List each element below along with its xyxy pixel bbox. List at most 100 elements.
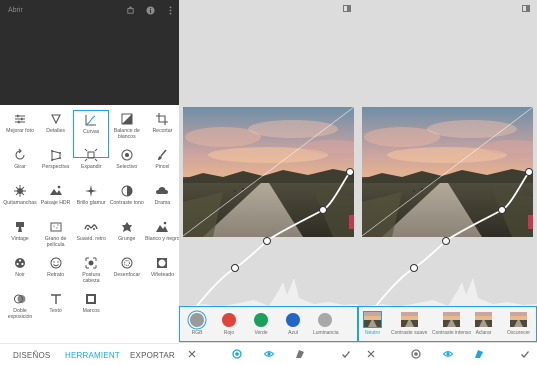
brush-icon (158, 149, 167, 160)
curve-point[interactable] (442, 237, 450, 245)
tool-label: Grunge (118, 236, 136, 242)
tool-label: Suavid. retro (76, 236, 106, 242)
rotate-icon (15, 148, 25, 160)
eye-icon[interactable] (443, 349, 453, 359)
curves-icon (85, 115, 97, 126)
tool-double-exposure[interactable]: Doble exposición (2, 290, 38, 338)
tool-label: Brillo glamur (76, 200, 106, 206)
tool-label: Doble exposición (7, 308, 33, 320)
tool-label: Marcos (82, 308, 100, 314)
tool-text[interactable]: Texto (38, 290, 74, 338)
nav-tools[interactable]: HERRAMIENT (65, 351, 120, 360)
preset-thumbnail (510, 312, 528, 327)
channel-label: Luminancia (313, 330, 339, 336)
curve-point[interactable] (410, 264, 418, 272)
nav-export[interactable]: EXPORTAR (130, 351, 175, 360)
open-title[interactable]: Abrir (8, 7, 23, 14)
curve-point[interactable] (498, 206, 506, 214)
portrait-icon (50, 257, 62, 269)
channel-swatch (222, 313, 236, 327)
tool-label: Postura cabeza (82, 272, 101, 284)
styles-icon[interactable] (295, 349, 305, 359)
tool-label: Recortar (152, 128, 173, 134)
tone-curve[interactable] (179, 0, 358, 310)
bottom-toolbar (179, 343, 358, 365)
hdr-icon (49, 185, 62, 195)
tool-label: Curvas (82, 129, 100, 135)
preset-item[interactable]: Neutro (363, 311, 382, 336)
channel-swatch (254, 313, 268, 327)
preset-item[interactable]: Contraste suave (391, 312, 427, 336)
tone-curve[interactable] (358, 0, 537, 310)
more-vert-icon[interactable] (166, 6, 175, 15)
tool-label: Grano de película (44, 236, 67, 248)
preset-label: Oscurecer (507, 330, 531, 336)
channel-luminancia[interactable]: Luminancia (313, 313, 339, 336)
preset-item[interactable]: Contraste intenso (432, 312, 471, 336)
curve-point[interactable] (346, 168, 354, 176)
tune-icon (15, 114, 25, 124)
curve-point[interactable] (231, 264, 239, 272)
preset-label: Neutro (364, 330, 380, 336)
photo-preview-area: Abrir (0, 0, 179, 105)
undo-stack-icon[interactable] (126, 6, 135, 15)
channel-icon[interactable] (411, 349, 421, 359)
channel-rgb[interactable]: RGB (185, 313, 209, 336)
retro-icon (84, 224, 98, 230)
styles-icon[interactable] (474, 349, 484, 359)
tool-label: Quitamanchas (3, 200, 37, 206)
grunge-icon (121, 222, 132, 232)
channel-label: Verde (254, 330, 268, 336)
close-icon[interactable] (366, 349, 376, 359)
lens-blur-icon (121, 257, 133, 269)
bottom-toolbar (358, 343, 537, 365)
crop-icon (156, 113, 169, 125)
channel-azul[interactable]: Azul (281, 313, 305, 336)
vintage-icon (16, 222, 24, 232)
check-icon[interactable] (341, 349, 351, 359)
tool-label: Viñeteado (150, 272, 175, 278)
preset-thumbnail (363, 311, 382, 328)
check-icon[interactable] (520, 349, 530, 359)
tool-label: Blanco y negro (145, 236, 179, 242)
expand-icon (84, 148, 98, 162)
preset-label: Contraste suave (391, 330, 428, 336)
curve-point[interactable] (525, 168, 533, 176)
tool-label: Expandir (80, 164, 102, 170)
double-exposure-icon (14, 294, 26, 304)
tool-lens-blur[interactable]: Desenfocar (109, 254, 145, 302)
tool-label: Mejorar foto (6, 128, 34, 134)
curve-point[interactable] (263, 237, 271, 245)
vignette-icon (157, 258, 168, 268)
curve-point[interactable] (319, 206, 327, 214)
nav-looks[interactable]: DISEÑOS (13, 351, 50, 360)
head-pose-icon (85, 257, 97, 269)
tool-frames[interactable]: Marcos (73, 290, 109, 338)
frames-icon (86, 294, 97, 304)
tool-label: Desenfocar (113, 272, 141, 278)
info-icon[interactable] (146, 6, 155, 15)
preset-thumbnail (475, 312, 492, 327)
tool-label: Balance de blancos (113, 128, 140, 140)
close-icon[interactable] (187, 349, 197, 359)
healing-icon (14, 185, 26, 197)
preset-item[interactable]: Oscurecer (507, 312, 530, 336)
tonal-contrast-icon (121, 185, 133, 197)
eye-icon[interactable] (264, 349, 274, 359)
grain-icon (50, 222, 62, 232)
preset-item[interactable]: Aclarar (475, 312, 492, 336)
channel-verde[interactable]: Verde (249, 313, 273, 336)
channel-icon[interactable] (232, 349, 242, 359)
text-icon (50, 294, 61, 304)
white-balance-icon (121, 113, 133, 125)
tool-vignette[interactable]: Viñeteado (144, 254, 179, 302)
glamour-icon (85, 185, 98, 197)
tool-label: Texto (49, 308, 62, 314)
triangle-icon (50, 114, 61, 125)
preset-thumbnail (400, 312, 418, 327)
preset-thumbnail (443, 312, 461, 327)
selective-icon (121, 149, 133, 161)
channel-rojo[interactable]: Rojo (217, 313, 241, 336)
tool-label: Paisaje HDR (40, 200, 71, 206)
tool-label: Selectivo (116, 164, 138, 170)
